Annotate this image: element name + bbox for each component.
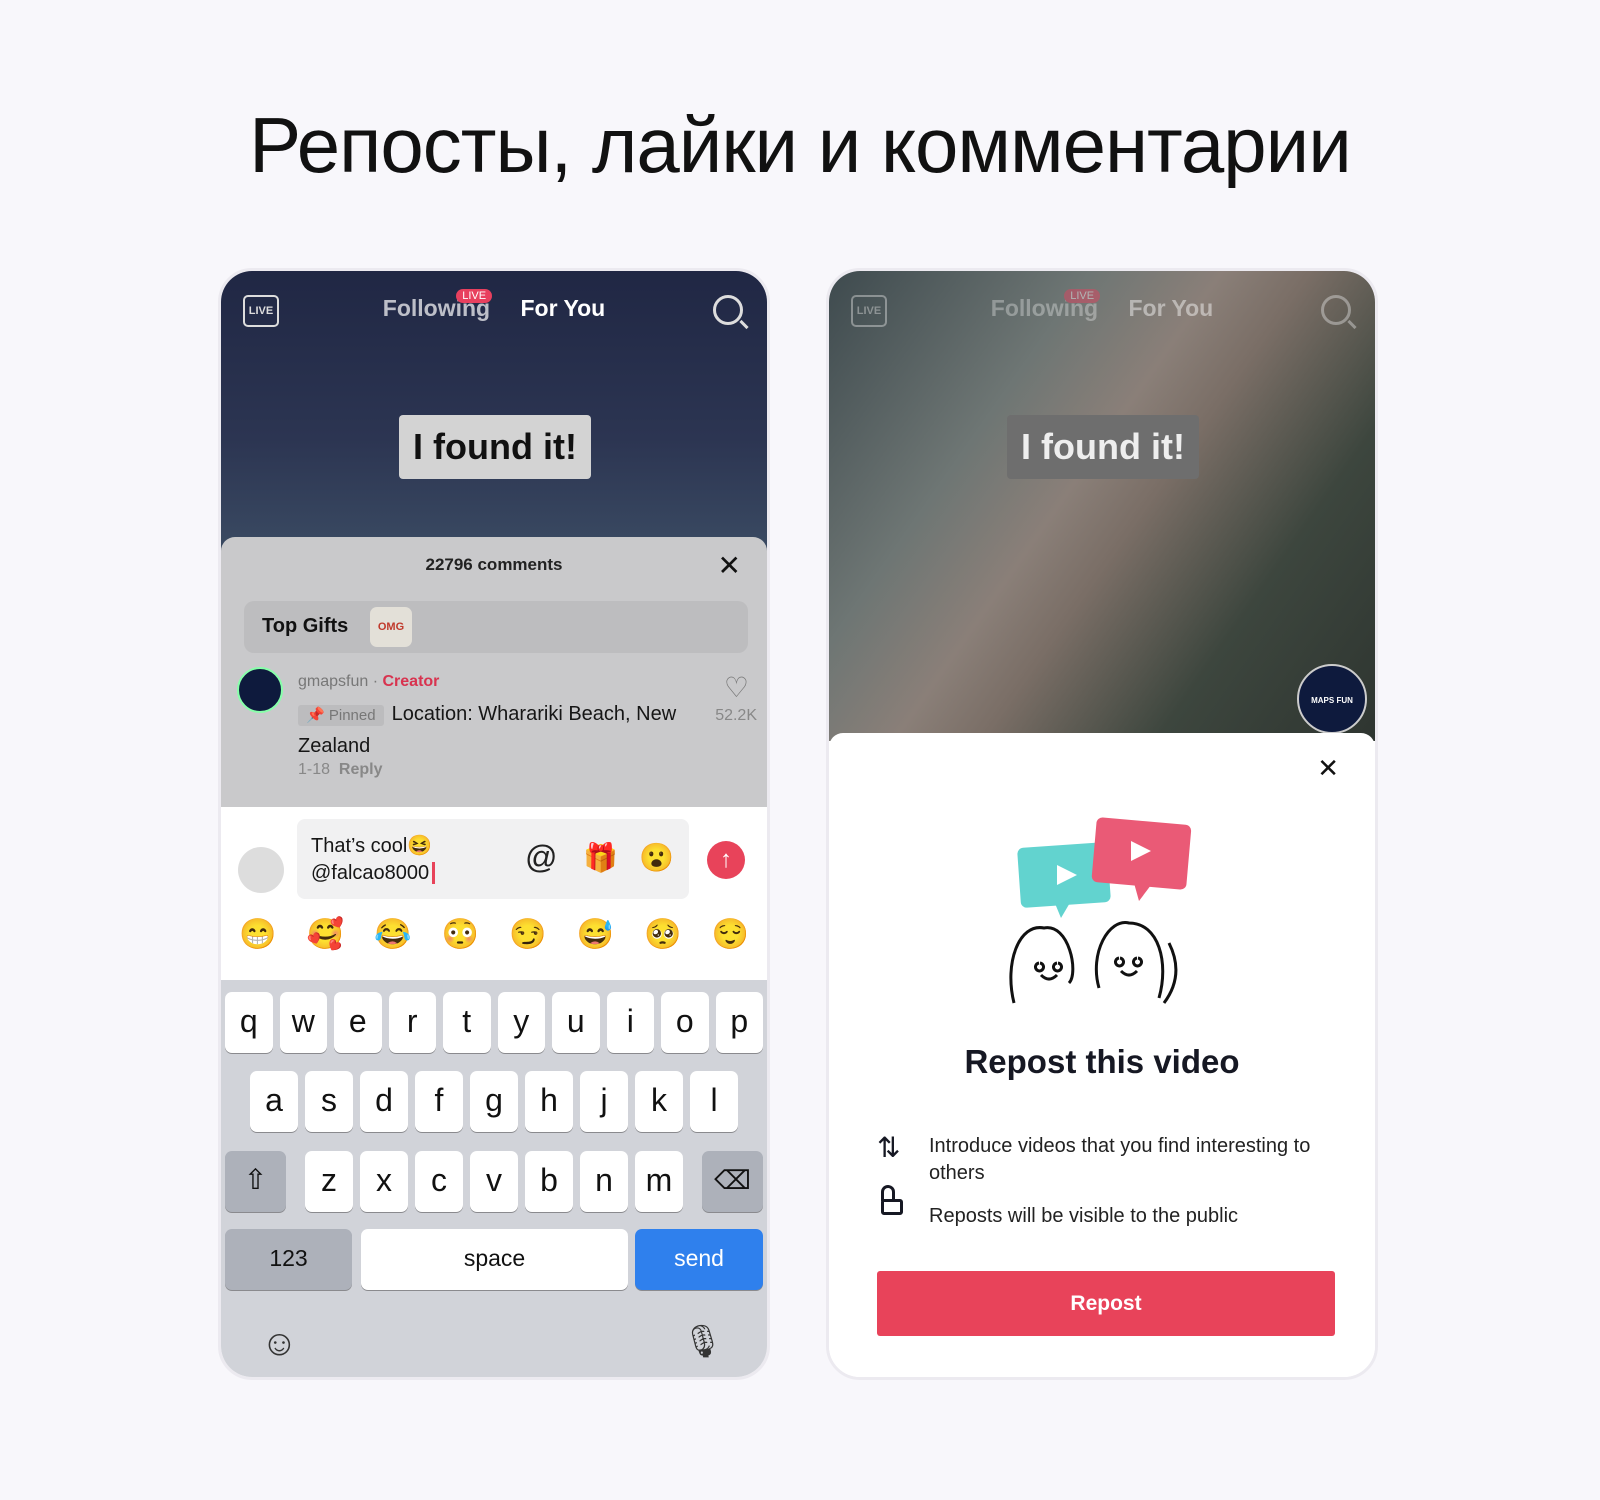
repost-heading: Repost this video xyxy=(964,1043,1240,1080)
repost-phone: LIVE Following LIVE For You I found it! M… xyxy=(826,268,1378,1380)
pinned-tag: 📌 Pinned xyxy=(298,705,384,726)
live-badge: LIVE xyxy=(456,289,493,303)
key-q[interactable]: q xyxy=(225,992,273,1053)
tab-for-you[interactable]: For You xyxy=(520,295,605,321)
comment-username[interactable]: gmapsfun xyxy=(298,673,368,690)
creator-avatar[interactable]: MAPS FUN xyxy=(1297,664,1367,734)
emoji-suggestion[interactable]: 😅 xyxy=(577,917,614,952)
repost-arrows-icon: ⇅ xyxy=(877,1132,901,1163)
emoji-suggestion[interactable]: 🥰 xyxy=(307,917,344,952)
top-nav: LIVE Following LIVE For You xyxy=(829,271,1375,351)
send-arrow-button[interactable]: ↑ xyxy=(707,841,745,879)
numbers-key[interactable]: 123 xyxy=(225,1229,352,1290)
pinned-label: Pinned xyxy=(328,707,376,724)
search-icon[interactable] xyxy=(1321,295,1351,325)
video-caption: I found it! xyxy=(399,415,591,479)
emoji-suggestion[interactable]: 😁 xyxy=(239,917,276,952)
tab-following[interactable]: Following LIVE xyxy=(991,289,1101,321)
key-x[interactable]: x xyxy=(360,1151,408,1212)
key-a[interactable]: a xyxy=(250,1071,298,1132)
key-f[interactable]: f xyxy=(415,1071,463,1132)
key-k[interactable]: k xyxy=(635,1071,683,1132)
emoji-suggestion[interactable]: 😳 xyxy=(442,917,479,952)
key-m[interactable]: m xyxy=(635,1151,683,1212)
like-count: 52.2K xyxy=(715,707,757,724)
backspace-key[interactable]: ⌫ xyxy=(702,1151,763,1212)
close-icon[interactable]: ✕ xyxy=(1317,753,1339,784)
key-v[interactable]: v xyxy=(470,1151,518,1212)
repost-illustration xyxy=(1009,817,1192,1004)
key-o[interactable]: o xyxy=(661,992,709,1053)
top-gifts-bar[interactable]: Top Gifts OMG xyxy=(244,601,748,653)
comment-text: 📌 Pinned Location: Wharariki Beach, New Z… xyxy=(298,699,678,761)
repost-point-2: Reposts will be visible to the public xyxy=(929,1205,1239,1227)
tab-following[interactable]: Following LIVE xyxy=(383,289,493,321)
separator: · xyxy=(372,673,379,690)
comment-input[interactable]: That’s cool😆 @falcao8000 @ 🎁 😮 xyxy=(297,819,689,899)
key-w[interactable]: w xyxy=(279,992,327,1053)
text-cursor xyxy=(432,862,436,884)
avatar[interactable] xyxy=(237,667,283,713)
input-line-1: That’s cool😆 xyxy=(311,835,433,857)
shift-key[interactable]: ⇧ xyxy=(225,1151,286,1212)
heart-icon[interactable]: ♡ xyxy=(724,671,749,704)
emoji-suggestion[interactable]: 😏 xyxy=(509,917,546,952)
key-i[interactable]: i xyxy=(606,992,654,1053)
key-r[interactable]: r xyxy=(388,992,436,1053)
gift-icon[interactable]: 🎁 xyxy=(583,841,618,874)
comments-panel: 22796 comments ✕ Top Gifts OMG gmapsfun … xyxy=(221,537,767,807)
live-badge: LIVE xyxy=(1064,289,1101,303)
comment-meta: 1-18 Reply xyxy=(298,761,383,779)
comment-header: gmapsfun · Creator xyxy=(298,673,439,691)
key-b[interactable]: b xyxy=(525,1151,573,1212)
microphone-icon[interactable]: 🎙 xyxy=(682,1322,723,1360)
emoji-keyboard-icon[interactable]: ☺ xyxy=(261,1322,298,1364)
comments-count: 22796 comments xyxy=(425,555,563,574)
composer-area: That’s cool😆 @falcao8000 @ 🎁 😮 ↑ 😁 🥰 😂 😳 😏 😅 🥺 😌 xyxy=(221,807,767,980)
emoji-bar: 😁 🥰 😂 😳 😏 😅 🥺 😌 xyxy=(239,917,749,952)
repost-button[interactable]: Repost xyxy=(877,1271,1335,1336)
omg-gift-icon[interactable]: OMG xyxy=(370,607,412,647)
repost-point-1: Introduce videos that you find interesti… xyxy=(929,1135,1311,1184)
comment-date: 1-18 xyxy=(298,761,331,778)
key-p[interactable]: p xyxy=(715,992,763,1053)
key-g[interactable]: g xyxy=(470,1071,518,1132)
comments-phone: LIVE Following LIVE For You I found it! 2… xyxy=(218,268,770,1380)
key-j[interactable]: j xyxy=(580,1071,628,1132)
key-s[interactable]: s xyxy=(305,1071,353,1132)
key-z[interactable]: z xyxy=(305,1151,353,1212)
video-caption: I found it! xyxy=(1007,415,1199,479)
unlock-shackle xyxy=(881,1185,895,1201)
emoji-icon[interactable]: 😮 xyxy=(639,841,674,874)
emoji-suggestion[interactable]: 😂 xyxy=(374,917,411,952)
key-l[interactable]: l xyxy=(690,1071,738,1132)
emoji-suggestion[interactable]: 🥺 xyxy=(644,917,681,952)
reply-button[interactable]: Reply xyxy=(339,761,383,778)
key-u[interactable]: u xyxy=(552,992,600,1053)
page-title: Репосты, лайки и комментарии xyxy=(249,101,1352,189)
key-t[interactable]: t xyxy=(443,992,491,1053)
keyboard: qwertyuiop asdfghjkl zxcvbnm ⇧ ⌫ 123 spa… xyxy=(221,980,767,1377)
key-e[interactable]: e xyxy=(334,992,382,1053)
key-y[interactable]: y xyxy=(497,992,545,1053)
user-avatar-icon xyxy=(238,847,284,893)
emoji-suggestion[interactable]: 😌 xyxy=(712,917,749,952)
key-n[interactable]: n xyxy=(580,1151,628,1212)
send-key[interactable]: send xyxy=(635,1229,763,1290)
top-gifts-label: Top Gifts xyxy=(262,615,349,637)
input-line-2: @falcao8000 xyxy=(311,862,430,884)
creator-tag: Creator xyxy=(382,673,440,690)
space-key[interactable]: space xyxy=(361,1229,628,1290)
key-h[interactable]: h xyxy=(525,1071,573,1132)
repost-sheet: ✕ Repost this video ⇅ Introduce videos t… xyxy=(829,733,1375,1377)
unlock-icon xyxy=(881,1199,903,1215)
search-icon[interactable] xyxy=(713,295,743,325)
mention-icon[interactable]: @ xyxy=(525,839,557,876)
key-d[interactable]: d xyxy=(360,1071,408,1132)
tab-for-you[interactable]: For You xyxy=(1128,295,1213,321)
top-nav: LIVE Following LIVE For You xyxy=(221,271,767,351)
close-icon[interactable]: ✕ xyxy=(718,549,741,582)
key-c[interactable]: c xyxy=(415,1151,463,1212)
